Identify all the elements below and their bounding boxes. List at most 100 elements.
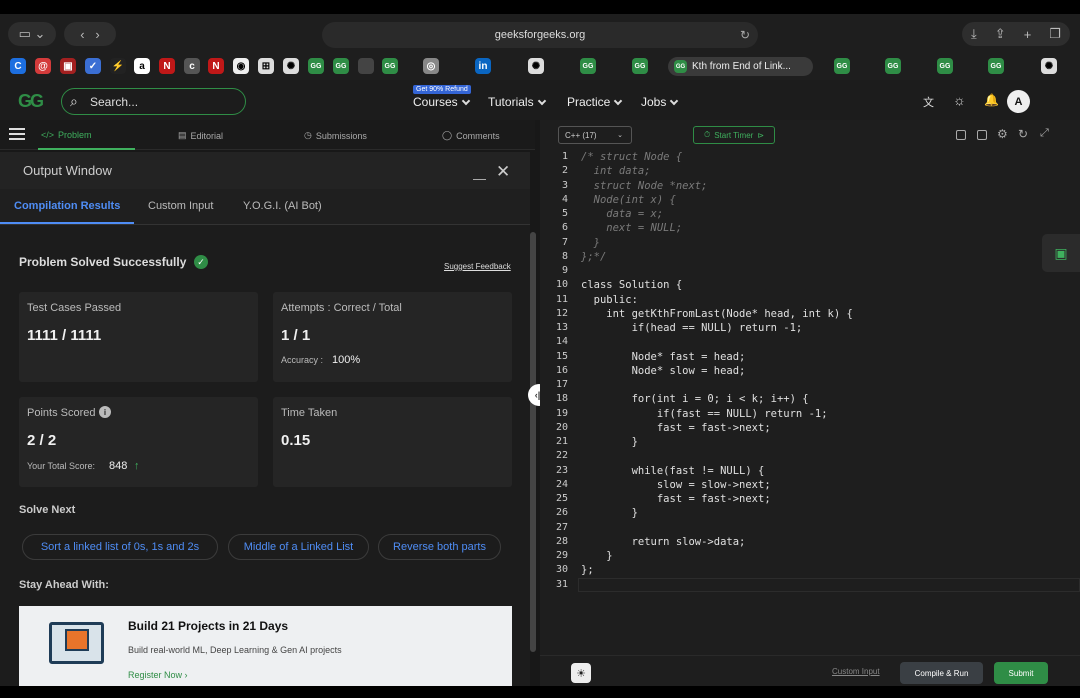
download-code-icon[interactable] bbox=[977, 130, 987, 140]
favicon-tab[interactable]: GG bbox=[580, 58, 596, 74]
code-line[interactable]: fast = fast->next; bbox=[581, 493, 771, 505]
favicon-tab[interactable]: ◉ bbox=[233, 58, 249, 74]
favicon-tab[interactable]: N bbox=[208, 58, 224, 74]
favicon-tab[interactable]: GG bbox=[308, 58, 324, 74]
address-bar[interactable]: geeksforgeeks.org ↻ bbox=[322, 22, 758, 48]
compile-run-button[interactable]: Compile & Run bbox=[900, 662, 983, 684]
code-line[interactable]: Node(int x) { bbox=[581, 194, 676, 206]
favicon-tab[interactable]: ✓ bbox=[85, 58, 101, 74]
favicon-tab[interactable]: GG bbox=[382, 58, 398, 74]
favicon-tab[interactable]: GG bbox=[988, 58, 1004, 74]
bell-icon[interactable]: 🔔 bbox=[984, 93, 999, 107]
tab-submissions[interactable]: ◷ Submissions bbox=[304, 130, 367, 141]
tab-yogi-bot[interactable]: Y.O.G.I. (AI Bot) bbox=[243, 200, 322, 212]
register-now-link[interactable]: Register Now › bbox=[128, 670, 188, 680]
tab-problem[interactable]: </> Problem bbox=[41, 130, 92, 140]
tab-custom-input[interactable]: Custom Input bbox=[148, 200, 213, 212]
favicon-tab[interactable]: ⊞ bbox=[258, 58, 274, 74]
code-line[interactable]: struct Node *next; bbox=[581, 180, 708, 192]
next-problem-chip[interactable]: Sort a linked list of 0s, 1s and 2s bbox=[22, 534, 218, 560]
code-line[interactable]: for(int i = 0; i < k; i++) { bbox=[581, 393, 809, 405]
nav-courses[interactable]: Courses bbox=[413, 95, 470, 109]
code-line[interactable]: if(fast == NULL) return -1; bbox=[581, 408, 828, 420]
settings-gear-icon[interactable]: ⚙ bbox=[997, 127, 1008, 141]
code-line[interactable]: Node* slow = head; bbox=[581, 365, 746, 377]
code-line[interactable]: Node* fast = head; bbox=[581, 351, 746, 363]
code-line[interactable]: class Solution { bbox=[581, 279, 682, 291]
custom-input-link[interactable]: Custom Input bbox=[832, 667, 880, 676]
next-problem-chip[interactable]: Middle of a Linked List bbox=[228, 534, 369, 560]
sidebar-toggle-button[interactable]: ▭ ⌄ bbox=[8, 22, 56, 46]
start-timer-button[interactable]: ⏱ Start Timer ⊳ bbox=[693, 126, 775, 144]
chat-icon[interactable]: ▣ bbox=[1042, 234, 1080, 272]
code-line[interactable]: public: bbox=[581, 294, 638, 306]
nav-jobs[interactable]: Jobs bbox=[641, 95, 679, 109]
code-line[interactable]: return slow->data; bbox=[581, 536, 746, 548]
code-line[interactable]: }; bbox=[581, 564, 594, 576]
tab-editorial[interactable]: ▤ Editorial bbox=[178, 130, 223, 141]
favicon-tab[interactable]: a bbox=[134, 58, 150, 74]
nav-practice[interactable]: Practice bbox=[567, 95, 623, 109]
theme-toggle-icon[interactable]: ☼ bbox=[953, 92, 966, 108]
translate-icon[interactable]: 文 bbox=[923, 94, 934, 110]
avatar[interactable]: A bbox=[1007, 90, 1030, 113]
favicon-tab[interactable]: ◎ bbox=[423, 58, 439, 74]
favicon-tab[interactable]: ✺ bbox=[283, 58, 299, 74]
menu-icon[interactable] bbox=[9, 128, 25, 140]
lightbulb-icon[interactable]: ☀ bbox=[571, 663, 591, 683]
code-line[interactable]: } bbox=[581, 550, 612, 562]
favicon-tab[interactable]: @ bbox=[35, 58, 51, 74]
active-tab[interactable]: GG Kth from End of Link... bbox=[668, 57, 813, 76]
reset-icon[interactable]: ↻ bbox=[1018, 127, 1028, 141]
search-input[interactable]: ⌕ Search... bbox=[61, 88, 246, 115]
favicon-tab[interactable]: GG bbox=[834, 58, 850, 74]
copy-icon[interactable] bbox=[956, 130, 966, 140]
favicon-tab[interactable]: ✺ bbox=[528, 58, 544, 74]
favicon-tab[interactable]: GG bbox=[885, 58, 901, 74]
favicon-tab[interactable] bbox=[358, 58, 374, 74]
code-line[interactable]: fast = fast->next; bbox=[581, 422, 771, 434]
code-line[interactable]: /* struct Node { bbox=[581, 151, 682, 163]
code-line[interactable]: if(head == NULL) return -1; bbox=[581, 322, 803, 334]
fullscreen-icon[interactable]: ⤢ bbox=[1040, 127, 1049, 140]
favicon-tab[interactable]: GG bbox=[937, 58, 953, 74]
code-line[interactable]: int data; bbox=[581, 165, 651, 177]
favicon-tab[interactable]: N bbox=[159, 58, 175, 74]
code-line[interactable]: int getKthFromLast(Node* head, int k) { bbox=[581, 308, 853, 320]
code-line[interactable]: data = x; bbox=[581, 208, 663, 220]
code-line[interactable]: while(fast != NULL) { bbox=[581, 465, 765, 477]
favicon-tab[interactable]: GG bbox=[333, 58, 349, 74]
favicon-tab[interactable]: in bbox=[475, 58, 491, 74]
code-line[interactable]: } bbox=[581, 507, 638, 519]
favicon-tab[interactable]: ✺ bbox=[1041, 58, 1057, 74]
code-line[interactable]: } bbox=[581, 237, 600, 249]
nav-tutorials[interactable]: Tutorials bbox=[488, 95, 546, 109]
share-icon[interactable]: ⇪ bbox=[995, 26, 1006, 42]
suggest-feedback-link[interactable]: Suggest Feedback bbox=[444, 262, 511, 271]
new-tab-icon[interactable]: + bbox=[1024, 27, 1032, 42]
download-icon[interactable]: ⤓ bbox=[971, 26, 977, 42]
submit-button[interactable]: Submit bbox=[994, 662, 1048, 684]
code-line[interactable]: next = NULL; bbox=[581, 222, 682, 234]
code-line[interactable]: slow = slow->next; bbox=[581, 479, 771, 491]
browser-actions[interactable]: ⤓ ⇪ + ❐ bbox=[962, 22, 1070, 46]
favicon-tab[interactable]: GG bbox=[632, 58, 648, 74]
tab-comments[interactable]: ◯ Comments bbox=[442, 130, 500, 141]
panel-scrollbar[interactable] bbox=[530, 232, 536, 652]
gfg-logo-icon[interactable]: GG bbox=[18, 91, 44, 112]
favicon-tab[interactable]: ▣ bbox=[60, 58, 76, 74]
favicon-tab[interactable]: c bbox=[184, 58, 200, 74]
back-forward-buttons[interactable]: ‹ › bbox=[64, 22, 116, 46]
language-select[interactable]: C++ (17) ⌄ bbox=[558, 126, 632, 144]
code-line[interactable]: } bbox=[581, 436, 638, 448]
close-icon[interactable]: ✕ bbox=[496, 163, 510, 180]
tabs-overview-icon[interactable]: ❐ bbox=[1049, 26, 1061, 42]
tab-compilation-results[interactable]: Compilation Results bbox=[14, 200, 120, 212]
favicon-tab[interactable]: ⚡ bbox=[110, 58, 126, 74]
code-line[interactable]: };*/ bbox=[581, 251, 606, 263]
next-problem-chip[interactable]: Reverse both parts bbox=[378, 534, 501, 560]
reload-icon[interactable]: ↻ bbox=[740, 28, 750, 42]
minimize-icon[interactable] bbox=[473, 179, 486, 180]
info-icon[interactable]: i bbox=[99, 406, 111, 418]
favicon-tab[interactable]: C bbox=[10, 58, 26, 74]
